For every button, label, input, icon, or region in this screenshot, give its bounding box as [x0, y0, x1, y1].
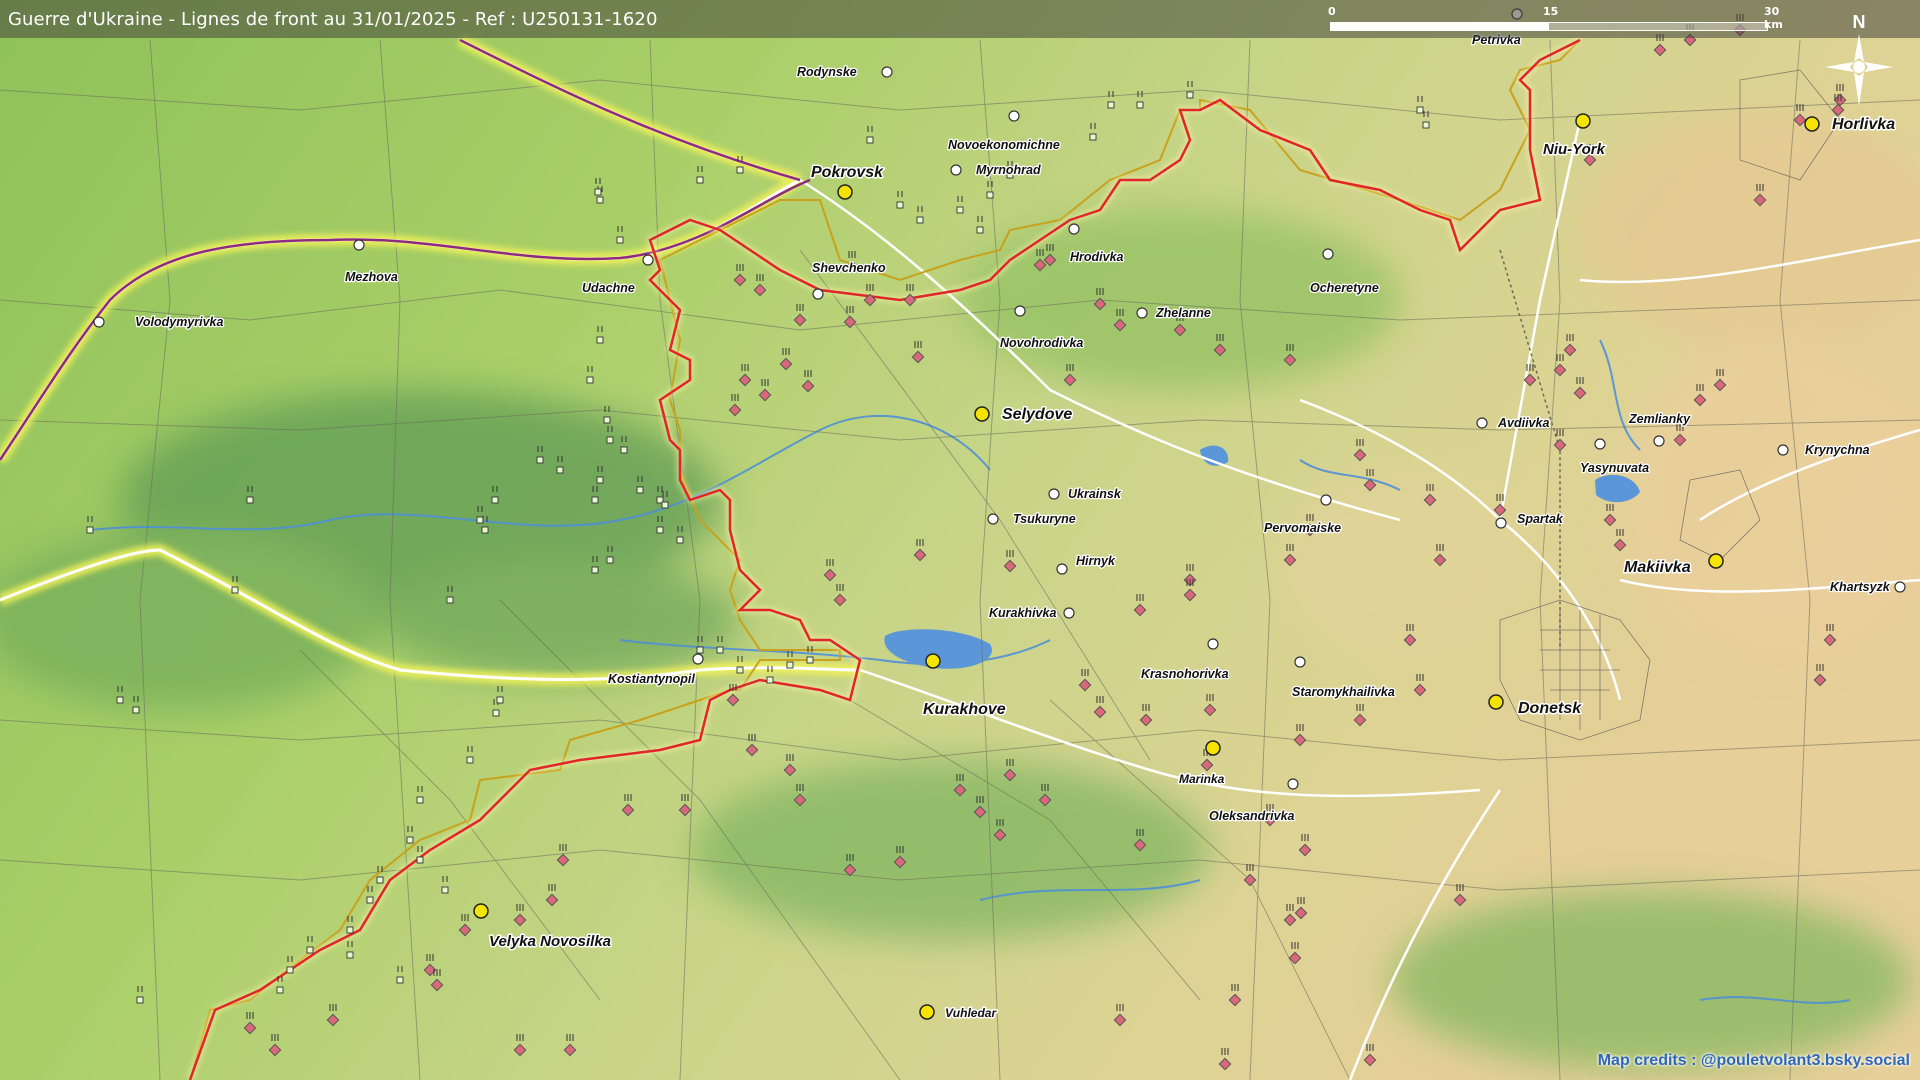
- town-dot: [812, 288, 824, 300]
- town-label: Krasnohorivka: [1141, 667, 1229, 681]
- town-label: Rodynske: [797, 65, 857, 79]
- town-label: Spartak: [1517, 512, 1564, 526]
- city-dot: [1804, 116, 1820, 132]
- city-dot: [974, 406, 990, 422]
- town-label: Zemlianky: [1628, 412, 1691, 426]
- city-label: Pokrovsk: [811, 164, 884, 181]
- town-dot: [1594, 438, 1606, 450]
- town-dot: [1136, 307, 1148, 319]
- city-dot: [919, 1004, 935, 1020]
- north-arrow: N: [1820, 6, 1898, 106]
- town-label: Hrodivka: [1070, 250, 1124, 264]
- town-dot: [1320, 494, 1332, 506]
- town-dot: [950, 164, 962, 176]
- town-label: Mezhova: [345, 270, 398, 284]
- map-credits: Map credits : @pouletvolant3.bsky.social: [1597, 1052, 1910, 1069]
- town-dot: [1056, 563, 1068, 575]
- town-label: Novoekonomichne: [948, 138, 1060, 152]
- map-canvas[interactable]: Rodynske Novoekonomichne Myrnohrad Mezhova U…: [0, 0, 1920, 1080]
- city-dot: [473, 903, 489, 919]
- town-dot: [1008, 110, 1020, 122]
- scale-segment-1: [1330, 22, 1548, 31]
- scale-segment-2: [1548, 22, 1768, 31]
- city-label: Vuhledar: [945, 1006, 997, 1020]
- town-dot: [1287, 778, 1299, 790]
- north-label: N: [1853, 12, 1866, 32]
- town-dot: [1777, 444, 1789, 456]
- town-dot: [1653, 435, 1665, 447]
- town-label: Shevchenko: [812, 261, 886, 275]
- town-dot: [1014, 305, 1026, 317]
- town-label: Kostiantynopil: [608, 672, 695, 686]
- town-dot: [692, 653, 704, 665]
- town-label: Udachne: [582, 281, 635, 295]
- city-marker[interactable]: Vuhledar: [919, 1004, 999, 1022]
- town-dot: [1894, 581, 1906, 593]
- town-label: Staromykhailivka: [1292, 685, 1395, 699]
- town-label: Krynychna: [1805, 443, 1870, 457]
- town-label: Kurakhivka: [989, 606, 1056, 620]
- town-label: Oleksandrivka: [1209, 809, 1295, 823]
- town-label: Pervomaiske: [1264, 521, 1341, 535]
- town-label: Novohrodivka: [1000, 336, 1083, 350]
- town-dot: [1476, 417, 1488, 429]
- city-label: Kurakhove: [923, 701, 1006, 718]
- compass-icon: N: [1825, 12, 1893, 106]
- scale-bar: 0 15 30 km: [1328, 5, 1783, 34]
- map-view[interactable]: Rodynske Novoekonomichne Myrnohrad Mezhova U…: [0, 0, 1920, 1080]
- town-label: Zhelanne: [1155, 306, 1211, 320]
- town-dot: [1068, 223, 1080, 235]
- town-dot: [642, 254, 654, 266]
- map-title: Guerre d'Ukraine - Lignes de front au 31…: [8, 9, 658, 30]
- town-dot: [881, 66, 893, 78]
- town-dot: [93, 316, 105, 328]
- town-label: Avdiivka: [1497, 416, 1549, 430]
- town-dot: [1322, 248, 1334, 260]
- town-label: Myrnohrad: [976, 163, 1041, 177]
- city-dot: [1575, 113, 1591, 129]
- city-label: Horlivka: [1832, 116, 1895, 133]
- town-dot: [1048, 488, 1060, 500]
- town-label: Ukrainsk: [1068, 487, 1122, 501]
- town-label: Ocheretyne: [1310, 281, 1379, 295]
- city-dot: [1205, 740, 1221, 756]
- scale-tick-15: 15: [1543, 5, 1559, 18]
- town-label: Volodymyrivka: [135, 315, 224, 329]
- scale-tick-0: 0: [1328, 5, 1336, 18]
- town-label: Yasynuvata: [1580, 461, 1649, 475]
- city-dot: [1488, 694, 1504, 710]
- city-dot: [837, 184, 853, 200]
- town-dot: [1495, 517, 1507, 529]
- city-dot: [1708, 553, 1724, 569]
- town-dot: [1207, 638, 1219, 650]
- town-label: Khartsyzk: [1830, 580, 1891, 594]
- town-dot: [987, 513, 999, 525]
- town-dot: [1294, 656, 1306, 668]
- town-dot: [1063, 607, 1075, 619]
- city-label: Velyka Novosilka: [489, 933, 611, 950]
- city-label: Marinka: [1179, 772, 1225, 786]
- city-label: Donetsk: [1518, 700, 1582, 717]
- city-dot: [925, 653, 941, 669]
- city-label: Makiivka: [1624, 559, 1691, 576]
- town-label: Hirnyk: [1076, 554, 1116, 568]
- town-dot: [353, 239, 365, 251]
- city-label: Selydove: [1002, 406, 1072, 423]
- city-label: Niu-York: [1543, 141, 1606, 158]
- town-label: Tsukuryne: [1013, 512, 1076, 526]
